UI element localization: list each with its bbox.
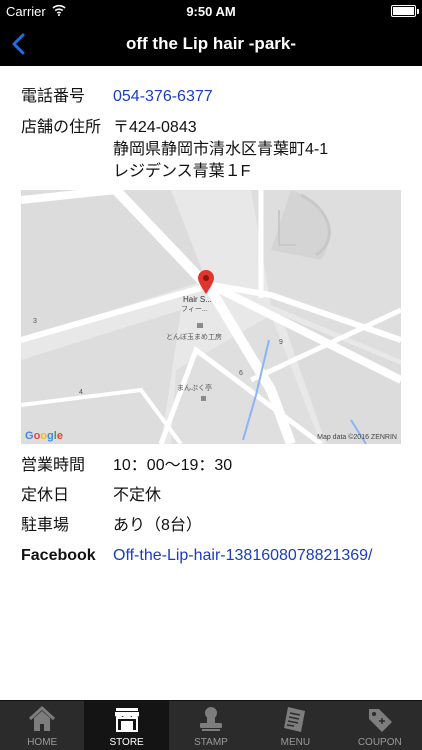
tab-stamp[interactable]: STAMP	[169, 701, 253, 750]
location-pin-icon	[198, 270, 214, 294]
tab-menu[interactable]: MENU	[253, 701, 337, 750]
address-building: レジデンス青葉１F	[113, 163, 251, 180]
tab-bar: HOME STORE STAMP MENU COUPON	[0, 700, 422, 750]
tab-coupon[interactable]: COUPON	[338, 701, 422, 750]
parking-label: 駐車場	[21, 517, 70, 534]
map-block-9: 9	[279, 339, 283, 346]
parking-value: あり（8台）	[113, 517, 202, 534]
map-place-sub: フィー...	[181, 306, 208, 313]
address-street: 静岡県静岡市清水区青葉町4-1	[113, 141, 329, 158]
battery-icon	[391, 5, 419, 17]
closed-day-label: 定休日	[21, 487, 70, 504]
map-attribution: Map data ©2016 ZENRIN	[317, 434, 397, 441]
facebook-label: Facebook	[21, 547, 96, 564]
map-roads	[21, 190, 401, 444]
map-shop-2: まんぷく亭	[177, 385, 212, 392]
map-block-3: 3	[33, 318, 37, 325]
status-time: 9:50 AM	[186, 4, 236, 19]
map-place-label: Hair S...	[183, 295, 212, 304]
tab-store[interactable]: STORE	[84, 701, 169, 750]
phone-link[interactable]: 054-376-6377	[113, 86, 213, 108]
address-value: 〒424-0843 静岡県静岡市清水区青葉町4-1 レジデンス青葉１F	[113, 117, 328, 183]
menu-book-icon	[284, 707, 306, 732]
storefront-icon	[114, 708, 139, 732]
tab-store-label: STORE	[109, 737, 144, 748]
tab-coupon-label: COUPON	[357, 737, 402, 748]
store-map[interactable]: Hair S... フィー... とんぼ玉まめ工房 まんぷく亭 3 4 6 9 …	[21, 190, 401, 444]
map-block-6: 6	[239, 370, 243, 377]
page-title: off the Lip hair -park-	[126, 34, 296, 53]
map-shop-1: とんぼ玉まめ工房	[166, 334, 222, 341]
map-block-4: 4	[79, 389, 83, 396]
status-bar: Carrier 9:50 AM	[0, 0, 422, 22]
stamp-icon	[199, 707, 222, 731]
tab-home-label: HOME	[27, 737, 58, 748]
phone-label: 電話番号	[21, 88, 86, 105]
google-logo: Google	[25, 430, 63, 442]
facebook-link[interactable]: Off-the-Lip-hair-1381608078821369/	[113, 545, 372, 567]
house-icon	[29, 705, 56, 731]
back-chevron-icon[interactable]	[8, 32, 32, 56]
navigation-bar: off the Lip hair -park-	[0, 22, 422, 66]
tab-home[interactable]: HOME	[0, 701, 84, 750]
closed-day-value: 不定休	[113, 487, 162, 504]
coupon-tag-icon	[368, 709, 392, 732]
hours-value: 10：00〜19：30	[113, 457, 233, 474]
address-postal-code: 〒424-0843	[113, 119, 197, 136]
hours-label: 営業時間	[21, 457, 86, 474]
tab-menu-label: MENU	[280, 737, 311, 748]
tab-stamp-label: STAMP	[194, 737, 228, 748]
address-label: 店舗の住所	[21, 119, 102, 136]
